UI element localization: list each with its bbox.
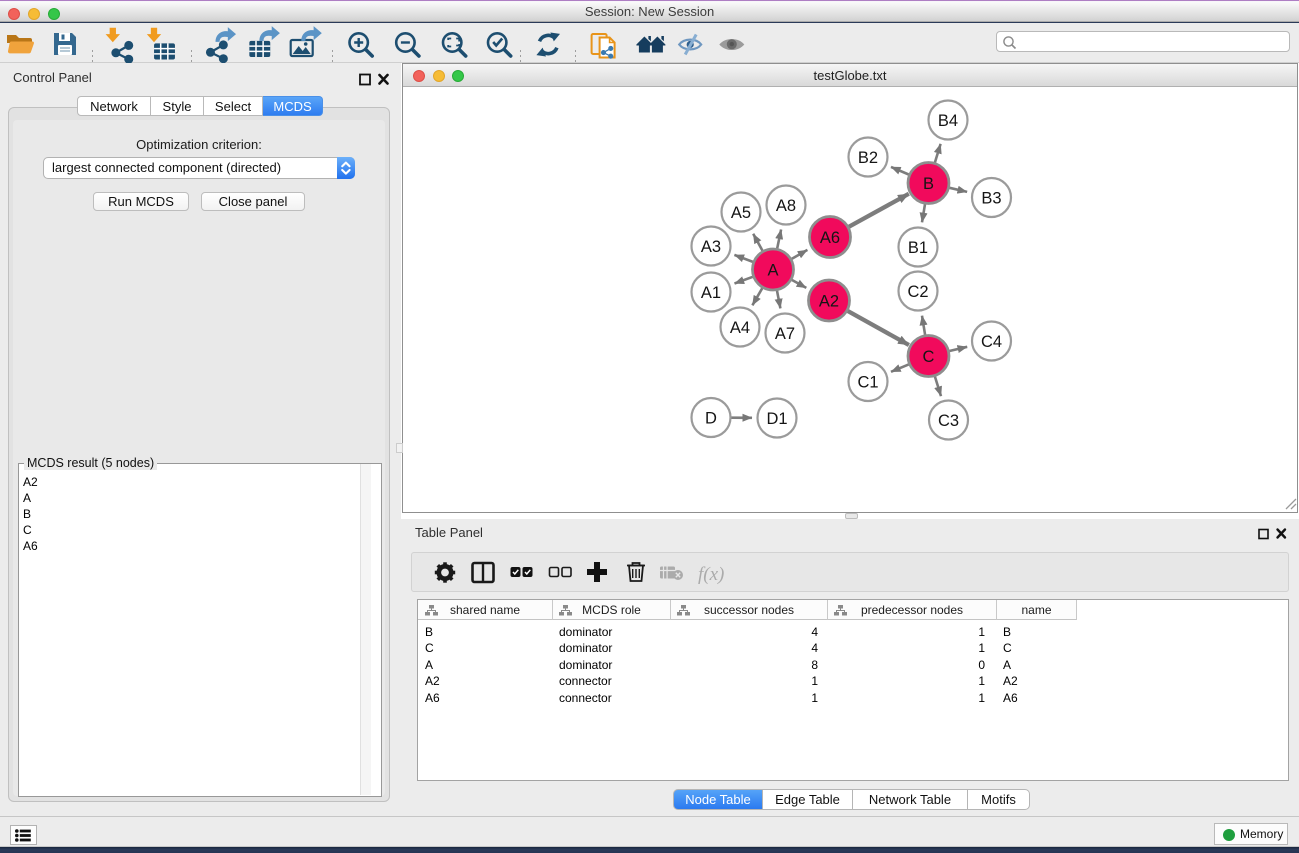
svg-text:B3: B3 bbox=[981, 190, 1001, 208]
svg-text:B1: B1 bbox=[908, 239, 928, 257]
svg-text:C1: C1 bbox=[857, 374, 878, 392]
svg-text:A6: A6 bbox=[820, 229, 840, 247]
svg-text:A1: A1 bbox=[701, 284, 721, 302]
svg-text:B2: B2 bbox=[858, 149, 878, 167]
svg-text:C3: C3 bbox=[938, 412, 959, 430]
svg-text:A7: A7 bbox=[775, 325, 795, 343]
svg-text:C2: C2 bbox=[907, 283, 928, 301]
svg-text:D1: D1 bbox=[766, 410, 787, 428]
svg-text:f(x): f(x) bbox=[698, 564, 724, 585]
svg-text:A5: A5 bbox=[731, 204, 751, 222]
svg-text:B4: B4 bbox=[938, 112, 958, 130]
svg-text:D: D bbox=[705, 410, 717, 428]
svg-text:A3: A3 bbox=[701, 238, 721, 256]
svg-text:A8: A8 bbox=[776, 197, 796, 215]
svg-text:A: A bbox=[767, 262, 778, 280]
svg-text:C: C bbox=[923, 348, 935, 366]
svg-text:A4: A4 bbox=[730, 319, 750, 337]
svg-text:B: B bbox=[923, 175, 934, 193]
svg-text:C4: C4 bbox=[981, 333, 1002, 351]
svg-text:A2: A2 bbox=[819, 293, 839, 311]
